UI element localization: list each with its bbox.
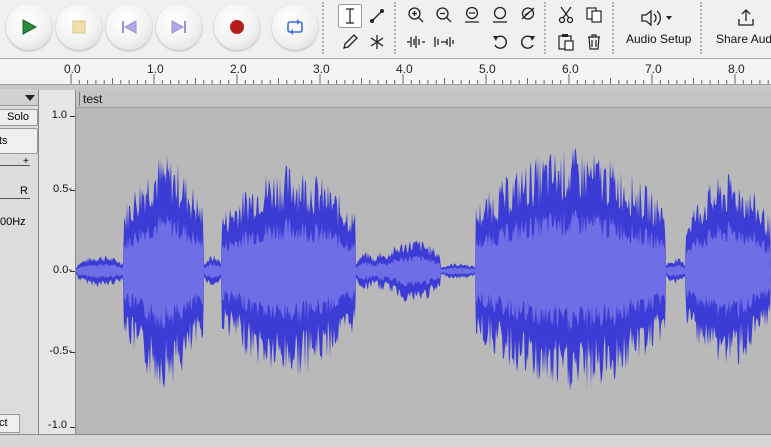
stop-button[interactable] (56, 4, 102, 50)
toolbar-grip[interactable] (612, 2, 619, 54)
paste-button[interactable] (554, 30, 578, 54)
copy-button[interactable] (582, 3, 606, 27)
track-menu-button[interactable] (0, 91, 38, 106)
skip-to-end-icon (171, 20, 186, 34)
clip-header[interactable]: test (76, 90, 771, 108)
fit-project-button[interactable] (488, 3, 512, 27)
zoom-toggle-icon (521, 7, 535, 20)
vertical-scale: 1.0 0.5- 0.0- -0.5- -1.0 (39, 90, 76, 434)
zoom-out-icon (436, 7, 452, 23)
undo-icon (493, 35, 507, 49)
toolbar-grip[interactable] (394, 2, 401, 54)
play-icon (22, 19, 38, 35)
stop-icon (72, 20, 86, 34)
scale-label: 0.0- (53, 264, 72, 276)
envelope-tool[interactable] (365, 4, 389, 28)
dropdown-arrow-icon (25, 95, 35, 101)
zoom-selection-icon (465, 6, 479, 23)
redo-button[interactable] (516, 30, 540, 54)
undo-button[interactable] (488, 30, 512, 54)
zoom-fit-icon (493, 6, 507, 23)
ibeam-icon (346, 8, 354, 24)
play-button[interactable] (6, 4, 52, 50)
trim-audio-button[interactable] (404, 30, 428, 54)
zoom-in-icon (408, 7, 424, 23)
copy-icon (586, 7, 602, 23)
gain-plus-label: + (23, 156, 29, 167)
draw-tool[interactable] (338, 30, 362, 54)
ruler-label: 4.0 (396, 62, 413, 76)
record-button[interactable] (214, 4, 260, 50)
waveform-area[interactable]: test (76, 90, 771, 434)
pan-slider[interactable] (0, 198, 30, 199)
envelope-icon (370, 9, 384, 23)
zoom-out-button[interactable] (432, 3, 456, 27)
scale-label: 0.5- (53, 183, 72, 195)
zoom-in-button[interactable] (404, 3, 428, 27)
skip-to-start-button[interactable] (106, 4, 152, 50)
audio-setup-label: Audio Setup (626, 32, 692, 46)
pan-right-label: R (20, 185, 28, 197)
record-icon (230, 20, 244, 34)
skip-to-end-button[interactable] (156, 4, 202, 50)
ruler-label: 0.0 (64, 62, 81, 76)
delete-button[interactable] (582, 30, 606, 54)
ruler-label: 2.0 (230, 62, 247, 76)
waveform (76, 148, 771, 392)
asterisk-icon (370, 35, 384, 49)
scale-label: -0.5- (49, 345, 72, 357)
audio-setup-button[interactable]: Audio Setup (622, 2, 696, 56)
zoom-toggle-button[interactable] (516, 3, 540, 27)
timeline-ruler[interactable]: 0.0 1.0 2.0 3.0 4.0 5.0 6.0 7.0 8.0 (0, 59, 771, 85)
toolbar-grip[interactable] (322, 2, 329, 54)
select-button[interactable]: ct (0, 414, 20, 433)
share-audio-label: Share Aud (716, 32, 771, 46)
ruler-label: 7.0 (645, 62, 662, 76)
track-control-panel: Solo ts + R 00Hz ct (0, 90, 39, 434)
toolbar-grip[interactable] (544, 2, 551, 54)
paste-icon (558, 34, 574, 51)
effects-button[interactable]: ts (0, 128, 38, 154)
selection-tool[interactable] (338, 4, 362, 28)
pencil-icon (343, 34, 358, 49)
ruler-label: 5.0 (479, 62, 496, 76)
scale-label: -1.0 (48, 419, 67, 431)
multi-tool[interactable] (365, 30, 389, 54)
speaker-icon (641, 9, 672, 27)
skip-to-start-icon (122, 20, 137, 34)
share-icon (738, 9, 754, 26)
solo-button[interactable]: Solo (0, 109, 38, 126)
loop-icon (287, 19, 303, 35)
scale-label: 1.0 (51, 109, 67, 121)
scissors-icon (558, 6, 574, 24)
silence-audio-button[interactable] (432, 30, 456, 54)
ruler-label: 6.0 (562, 62, 579, 76)
toolbar-grip[interactable] (700, 2, 707, 54)
silence-icon (434, 37, 454, 47)
trash-icon (588, 34, 600, 50)
clip-name: test (83, 92, 103, 106)
ruler-label: 8.0 (728, 62, 745, 76)
ruler-label: 3.0 (313, 62, 330, 76)
trim-icon (407, 36, 425, 48)
horizontal-scrollbar[interactable] (0, 434, 771, 447)
cut-button[interactable] (554, 3, 578, 27)
loop-button[interactable] (272, 4, 318, 50)
ruler-label: 1.0 (147, 62, 164, 76)
redo-icon (521, 35, 535, 49)
fit-selection-button[interactable] (460, 3, 484, 27)
sample-rate-label: 00Hz (0, 216, 26, 228)
toolbar: Audio Setup Share Aud (0, 0, 771, 59)
share-audio-button[interactable]: Share Aud (710, 2, 771, 56)
